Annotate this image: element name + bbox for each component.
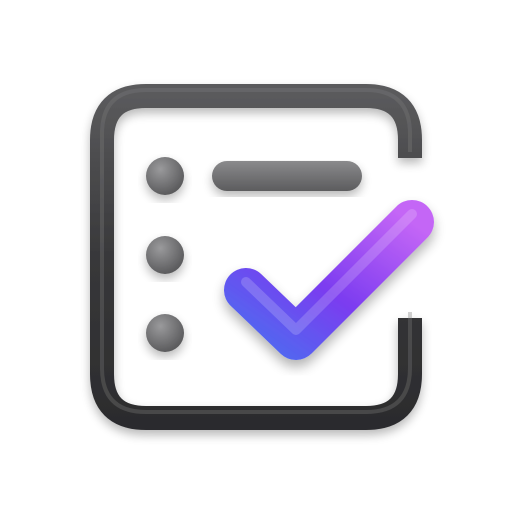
list-bullet-3: [146, 314, 184, 352]
list-bullet-2: [146, 236, 184, 274]
list-line-1: [212, 161, 362, 191]
task-checklist-icon: [90, 84, 434, 430]
list-bullet-1: [146, 157, 184, 195]
app-icon-canvas: [0, 0, 512, 512]
checkmark-icon: [224, 200, 434, 360]
